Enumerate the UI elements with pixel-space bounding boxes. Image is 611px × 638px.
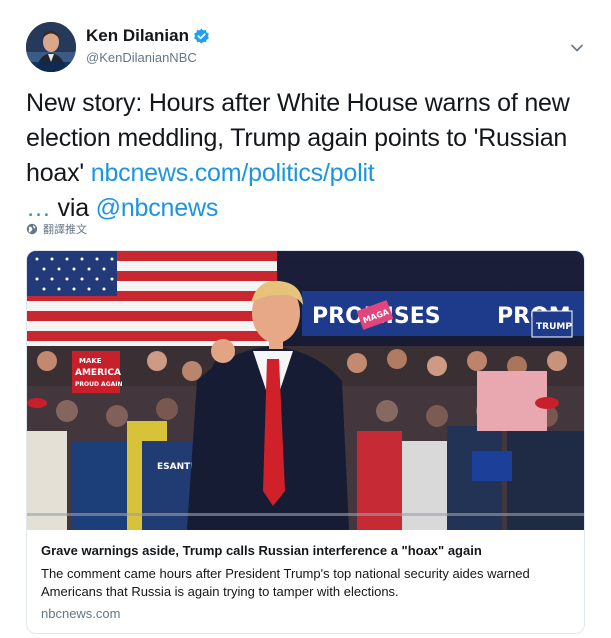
sign-line-3: PROUD AGAIN [75, 381, 123, 388]
card-title[interactable]: Grave warnings aside, Trump calls Russia… [41, 542, 571, 560]
mention-link[interactable]: @nbcnews [96, 194, 219, 222]
avatar[interactable] [26, 22, 76, 72]
chevron-down-icon[interactable] [569, 40, 585, 56]
link-card[interactable]: PROMISES PROM [26, 250, 585, 634]
via-text: via [50, 194, 96, 222]
translate-label: 翻譯推文 [43, 223, 87, 236]
article-link[interactable]: nbcnews.com/politics/polit [91, 159, 375, 187]
ellipsis: … [26, 194, 51, 222]
card-image: PROMISES PROM [27, 251, 584, 530]
translate-tweet-button[interactable]: 翻譯推文 [26, 221, 87, 237]
tweet-text: New story: Hours after White House warns… [26, 86, 586, 226]
display-name[interactable]: Ken Dilanian [86, 26, 189, 46]
card-domain: nbcnews.com [41, 606, 121, 621]
card-description: The comment came hours after President T… [41, 566, 530, 599]
tweet: Ken Dilanian @KenDilanianNBC New story: … [0, 0, 611, 638]
author-info: Ken Dilanian @KenDilanianNBC [86, 26, 210, 65]
sign-line-1: MAKE [79, 357, 102, 365]
globe-icon [26, 223, 38, 235]
sign-line-2: AMERICA [75, 368, 121, 378]
verified-badge-icon [194, 28, 209, 43]
small-sign-text: TRUMP [536, 322, 572, 332]
card-body: Grave warnings aside, Trump calls Russia… [41, 542, 571, 621]
handle[interactable]: @KenDilanianNBC [86, 50, 210, 65]
